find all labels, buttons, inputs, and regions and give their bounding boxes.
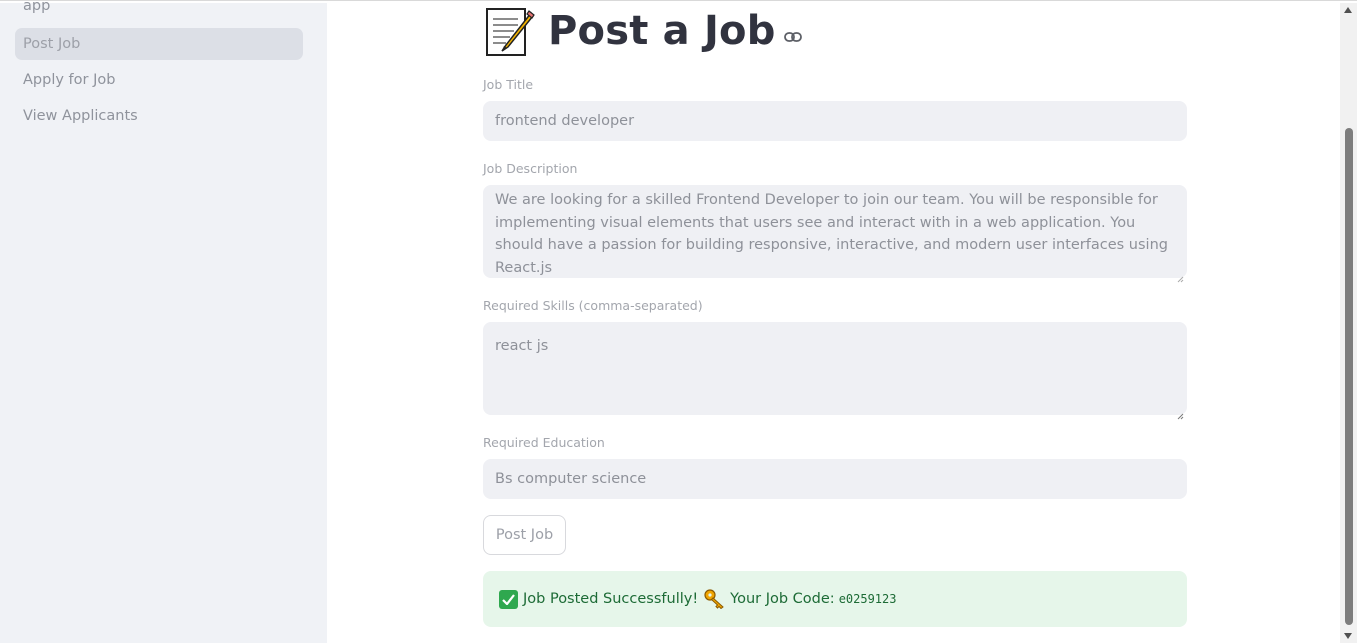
required-education-label: Required Education (483, 435, 605, 450)
memo-icon (484, 5, 536, 57)
sidebar-item-label: View Applicants (23, 108, 138, 124)
job-description-label: Job Description (483, 161, 578, 176)
sidebar-item-post-job[interactable]: Post Job (15, 28, 303, 60)
success-message: Job Posted Successfully! (523, 591, 699, 607)
resize-handle-icon[interactable] (1177, 405, 1184, 420)
required-education-input[interactable]: Bs computer science (483, 459, 1187, 499)
job-description-value: We are looking for a skilled Frontend De… (495, 192, 1168, 276)
resize-handle-icon[interactable] (1177, 268, 1184, 283)
sidebar-item-app[interactable]: app (15, 0, 303, 22)
sidebar-item-view-applicants[interactable]: View Applicants (15, 100, 303, 132)
scroll-up-arrow-icon[interactable] (1344, 7, 1352, 13)
page-title: Post a Job (548, 8, 776, 54)
success-alert: Job Posted Successfully! Your Job Code: … (483, 571, 1187, 627)
required-skills-label: Required Skills (comma-separated) (483, 298, 703, 313)
job-title-input[interactable]: frontend developer (483, 101, 1187, 141)
scrollbar-thumb[interactable] (1345, 128, 1353, 625)
key-icon (704, 589, 726, 610)
sidebar: app Post Job Apply for Job View Applican… (0, 0, 327, 643)
scroll-down-arrow-icon[interactable] (1344, 633, 1352, 639)
required-skills-value: react js (495, 338, 549, 354)
vertical-scrollbar[interactable] (1340, 3, 1357, 643)
job-code-label: Your Job Code: (730, 591, 835, 607)
sidebar-item-label: Post Job (23, 36, 81, 52)
link-icon[interactable] (783, 28, 802, 42)
sidebar-item-apply-for-job[interactable]: Apply for Job (15, 64, 303, 96)
check-mark-icon (499, 589, 518, 609)
job-description-textarea[interactable]: We are looking for a skilled Frontend De… (483, 185, 1187, 283)
page-header: Post a Job (484, 3, 802, 59)
job-code-value: e0259123 (838, 592, 897, 606)
required-skills-textarea[interactable]: react js (483, 322, 1187, 420)
sidebar-item-label: Apply for Job (23, 72, 116, 88)
main-content: Post a Job Job Title frontend developer … (327, 3, 1340, 643)
job-title-label: Job Title (483, 77, 534, 92)
post-job-button[interactable]: Post Job (483, 515, 566, 555)
sidebar-item-label: app (23, 0, 51, 14)
